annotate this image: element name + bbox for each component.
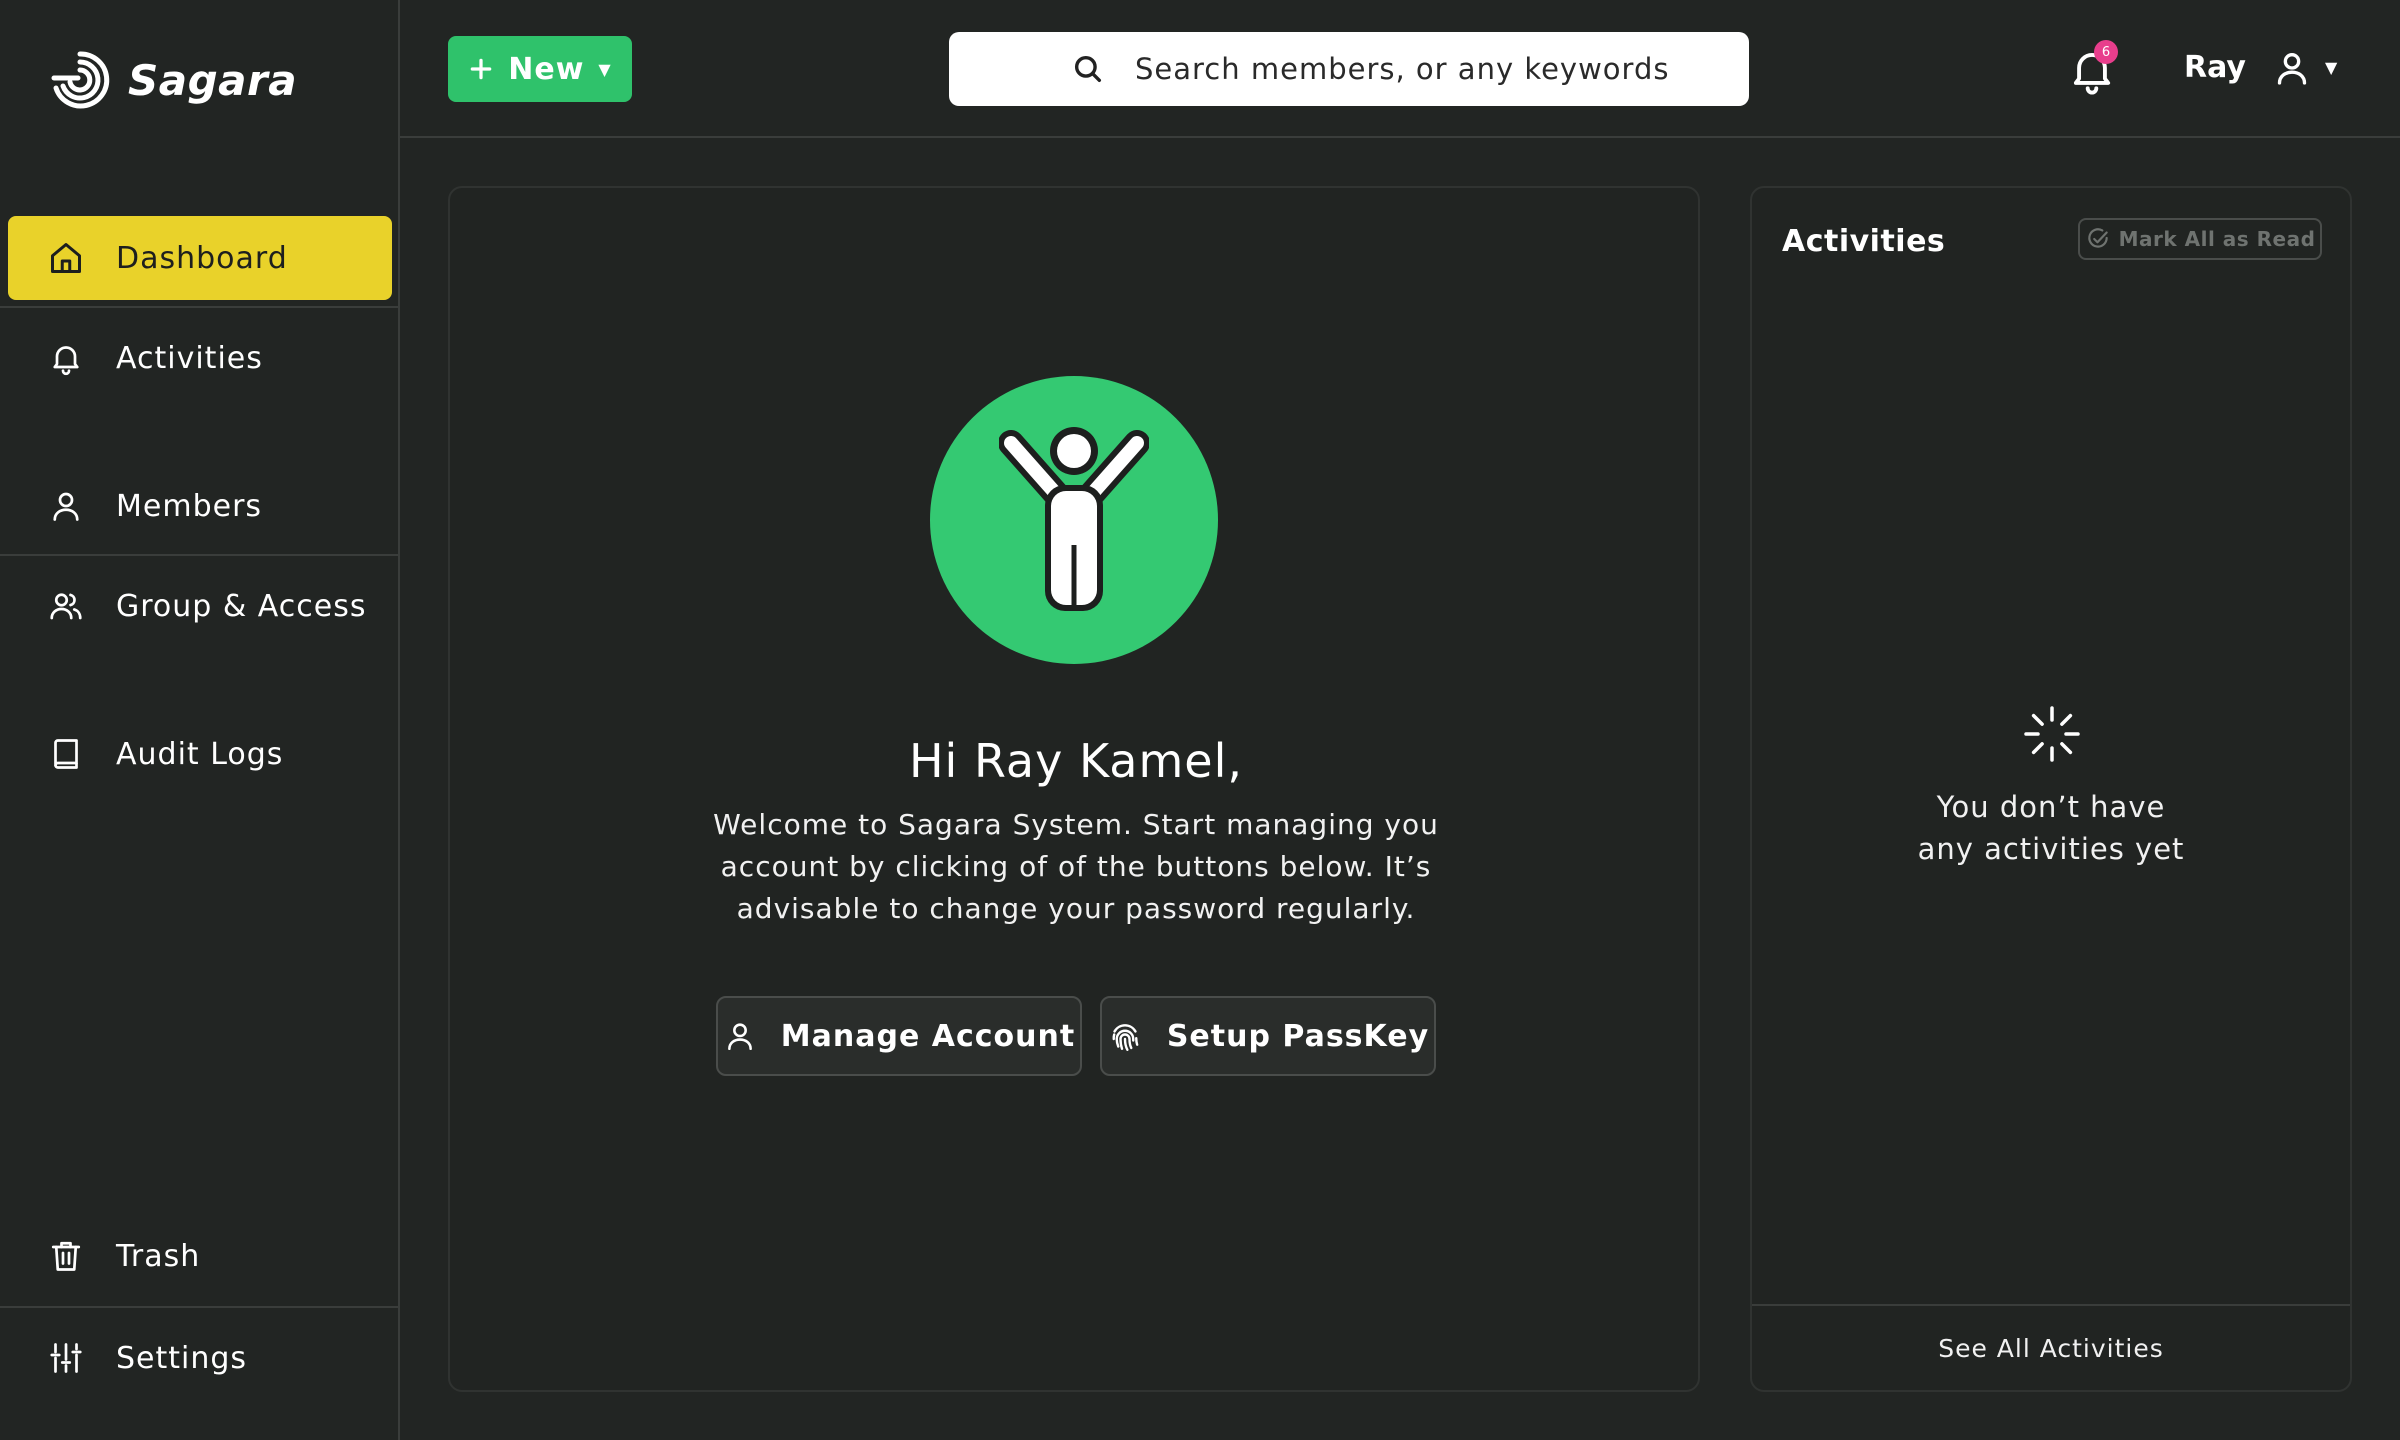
sidebar-item-label: Dashboard xyxy=(116,240,288,276)
new-button-label: New xyxy=(508,51,585,87)
check-circle-icon xyxy=(2085,226,2111,252)
sidebar-item-group-access[interactable]: Group & Access xyxy=(8,564,392,648)
sidebar-item-label: Group & Access xyxy=(116,588,367,624)
manage-account-label: Manage Account xyxy=(780,1018,1076,1054)
sidebar-item-trash[interactable]: Trash xyxy=(8,1214,392,1298)
loading-spinner-icon xyxy=(2022,704,2082,764)
sidebar-item-audit-logs[interactable]: Audit Logs xyxy=(8,712,392,796)
sidebar-item-label: Audit Logs xyxy=(116,736,284,772)
setup-passkey-button[interactable]: Setup PassKey xyxy=(1100,996,1436,1076)
sagara-logo-icon xyxy=(48,48,112,112)
mark-all-read-button[interactable]: Mark All as Read xyxy=(2078,218,2322,260)
person-cheering-icon xyxy=(999,425,1149,615)
setup-passkey-label: Setup PassKey xyxy=(1166,1018,1430,1054)
empty-message-line: You don’t have xyxy=(1936,790,2166,824)
chevron-down-icon: ▼ xyxy=(598,59,612,79)
welcome-illustration xyxy=(930,376,1218,664)
brand-name: Sagara xyxy=(128,55,298,105)
sidebar-item-label: Settings xyxy=(116,1340,248,1376)
sidebar-item-dashboard[interactable]: Dashboard xyxy=(8,216,392,300)
manage-account-button[interactable]: Manage Account xyxy=(716,996,1082,1076)
activities-empty-message: You don’t have any activities yet xyxy=(1752,786,2350,870)
sliders-icon xyxy=(48,1340,84,1376)
activities-title: Activities xyxy=(1782,224,1946,259)
notification-badge: 6 xyxy=(2094,40,2118,64)
activities-panel: Activities Mark All as Read You don’t ha… xyxy=(1750,186,2352,1392)
chevron-down-icon[interactable]: ▼ xyxy=(2325,58,2337,77)
search-input[interactable] xyxy=(1135,32,1695,106)
users-icon xyxy=(48,588,84,624)
sidebar-divider xyxy=(0,1306,400,1308)
sidebar-divider xyxy=(0,554,400,556)
trash-icon xyxy=(48,1238,84,1274)
welcome-card: Hi Ray Kamel, Welcome to Sagara System. … xyxy=(448,186,1700,1392)
greeting-title: Hi Ray Kamel, xyxy=(908,734,1244,788)
empty-message-line: any activities yet xyxy=(1917,832,2185,866)
sidebar: Sagara Dashboard Activities Members Grou… xyxy=(0,0,400,1440)
sidebar-item-label: Trash xyxy=(116,1238,201,1274)
home-icon xyxy=(48,240,84,276)
sidebar-item-settings[interactable]: Settings xyxy=(8,1316,392,1400)
book-icon xyxy=(48,736,84,772)
user-name[interactable]: Ray xyxy=(2184,50,2246,85)
sidebar-item-activities[interactable]: Activities xyxy=(8,316,392,400)
search-icon xyxy=(1071,52,1105,86)
new-button[interactable]: New ▼ xyxy=(448,36,632,102)
top-header: New ▼ 6 Ray ▼ xyxy=(400,0,2400,138)
sidebar-divider xyxy=(0,306,400,308)
see-all-activities-link[interactable]: See All Activities xyxy=(1752,1304,2350,1390)
welcome-message: Welcome to Sagara System. Start managing… xyxy=(713,808,1439,925)
brand[interactable]: Sagara xyxy=(48,48,297,112)
mark-all-read-label: Mark All as Read xyxy=(2118,227,2316,251)
search-bar[interactable] xyxy=(949,32,1749,106)
plus-icon xyxy=(468,56,494,82)
bell-icon xyxy=(48,340,84,376)
user-icon xyxy=(48,488,84,524)
sidebar-item-label: Activities xyxy=(116,340,263,376)
fingerprint-icon xyxy=(1107,1018,1143,1054)
user-icon xyxy=(723,1019,757,1053)
user-avatar-icon[interactable] xyxy=(2272,46,2312,90)
sidebar-item-members[interactable]: Members xyxy=(8,464,392,548)
sidebar-item-label: Members xyxy=(116,488,263,524)
